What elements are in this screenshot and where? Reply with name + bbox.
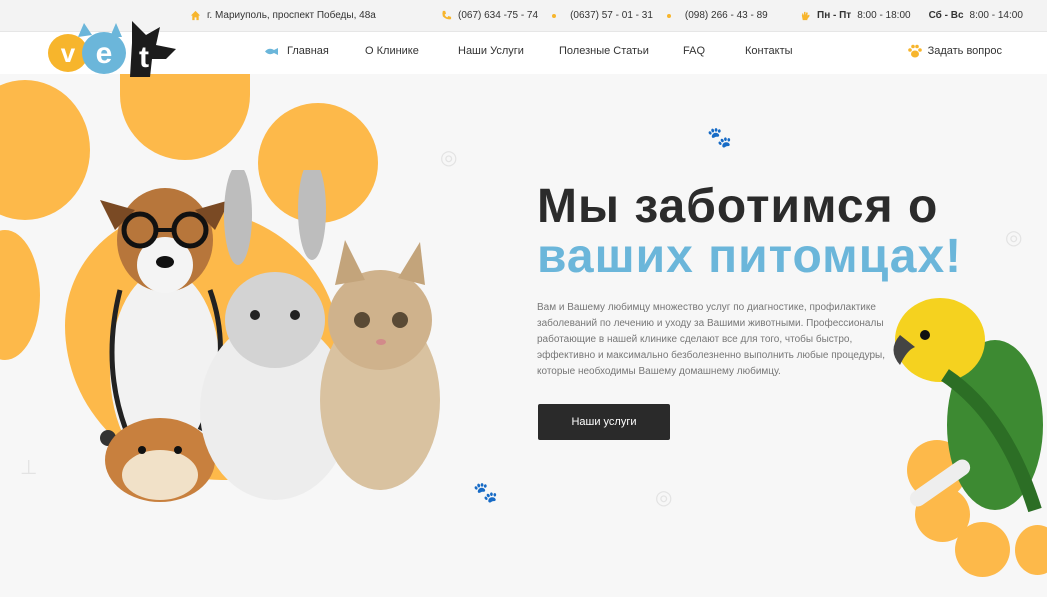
nav-home[interactable]: Главная xyxy=(264,45,329,57)
parrot-image xyxy=(893,298,1043,513)
working-hours: Пн - Пт 8:00 - 18:00 Сб - Вс 8:00 - 14:0… xyxy=(800,10,1023,21)
ask-question-label: Задать вопрос xyxy=(927,45,1002,57)
yarn-pattern-icon: ◎ xyxy=(440,147,458,169)
svg-text:e: e xyxy=(96,37,113,70)
nav-contacts[interactable]: Контакты xyxy=(745,45,793,57)
paw-pattern-icon: 🐾 xyxy=(473,482,498,504)
weekdays-hours: 8:00 - 18:00 xyxy=(857,10,911,21)
phones: (067) 634 -75 - 74 (0637) 57 - 01 - 31 (… xyxy=(441,10,768,21)
separator-dot xyxy=(666,13,671,18)
paw-pattern-icon: 🐾 xyxy=(707,127,732,149)
hand-icon xyxy=(801,11,810,21)
nav-faq[interactable]: FAQ xyxy=(683,45,705,57)
separator-dot xyxy=(552,13,557,18)
vet-logo[interactable]: v e t xyxy=(48,15,180,79)
yarn-pattern-icon: ◎ xyxy=(1005,227,1023,249)
home-icon xyxy=(190,10,201,21)
phone-icon xyxy=(442,10,452,20)
hamster-image xyxy=(105,418,215,502)
phone-3[interactable]: (098) 266 - 43 - 89 xyxy=(685,10,768,21)
address-text: г. Мариуполь, проспект Победы, 48а xyxy=(207,10,376,21)
hero-title-line2: ваших питомцах! xyxy=(537,230,963,283)
fish-icon xyxy=(265,47,278,55)
nav-articles[interactable]: Полезные Статьи xyxy=(559,45,649,57)
hero-title-line1: Мы заботимся о xyxy=(537,180,939,233)
rabbit-image xyxy=(200,170,350,500)
logo-mark: v e t xyxy=(48,21,176,77)
weekend-hours: 8:00 - 14:00 xyxy=(969,10,1023,21)
nav-services[interactable]: Наши Услуги xyxy=(458,45,524,57)
ask-question-button[interactable]: Задать вопрос xyxy=(907,43,1002,59)
nav-home-label: Главная xyxy=(287,45,329,57)
weekend-label: Сб - Вс xyxy=(928,10,964,21)
phone-2[interactable]: (0637) 57 - 01 - 31 xyxy=(570,10,653,21)
nav-about[interactable]: О Клинике xyxy=(365,45,419,57)
hero-title: Мы заботимся о ваших питомцах! xyxy=(537,182,962,282)
paw-icon xyxy=(907,44,922,58)
svg-text:v: v xyxy=(61,38,76,68)
hero-description: Вам и Вашему любимцу множество услуг по … xyxy=(537,302,885,377)
our-services-button[interactable]: Наши услуги xyxy=(538,404,670,440)
address: г. Мариуполь, проспект Победы, 48а xyxy=(190,10,376,21)
kitten-image xyxy=(320,240,440,490)
weekdays-label: Пн - Пт xyxy=(817,10,852,21)
yarn-pattern-icon: ◎ xyxy=(655,487,673,509)
bone-pattern-icon: ⊥ xyxy=(20,457,38,479)
svg-text:t: t xyxy=(139,41,149,74)
paw-pad-left xyxy=(0,230,40,360)
phone-1[interactable]: (067) 634 -75 - 74 xyxy=(458,10,538,21)
pets-illustration xyxy=(100,170,440,502)
